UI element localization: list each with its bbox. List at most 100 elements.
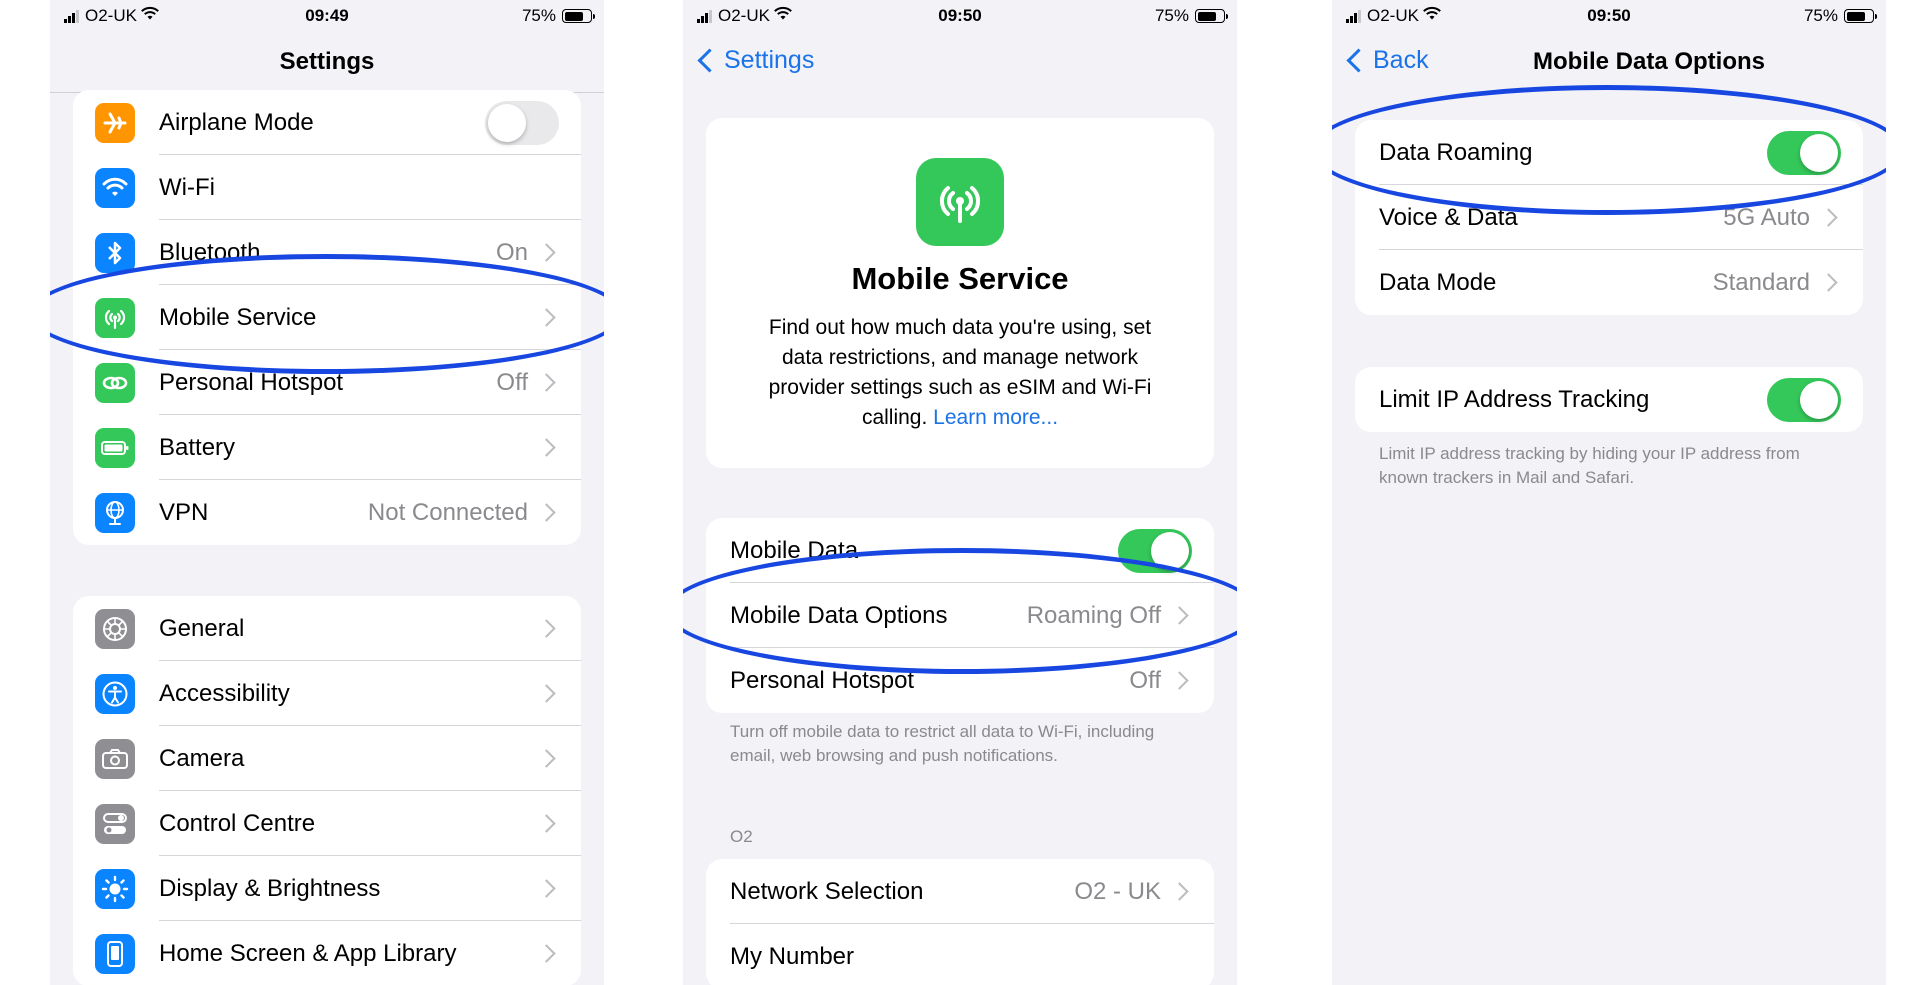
airplane-icon bbox=[95, 102, 135, 143]
nav-bar: Back Mobile Data Options bbox=[1332, 38, 1886, 84]
clock: 09:50 bbox=[938, 6, 982, 25]
row-label: Camera bbox=[159, 744, 245, 772]
row-label: Network Selection bbox=[730, 877, 924, 905]
settings-row-control-centre[interactable]: Control Centre bbox=[73, 791, 581, 856]
row-label: Home Screen & App Library bbox=[159, 939, 457, 967]
status-bar: O2-UK 09:50 75% bbox=[683, 0, 1237, 30]
accessibility-icon bbox=[95, 673, 135, 714]
row-value: Standard bbox=[1712, 268, 1810, 296]
battery-status-icon bbox=[1195, 9, 1228, 23]
card-description: Find out how much data you're using, set… bbox=[746, 313, 1174, 433]
phone-icon bbox=[95, 933, 135, 974]
mobile-service-info-card: Mobile Service Find out how much data yo… bbox=[706, 118, 1214, 468]
settings-row-my-number[interactable]: My Number bbox=[706, 924, 1214, 985]
chevron-right-icon bbox=[537, 814, 556, 833]
chevron-right-icon bbox=[537, 684, 556, 703]
settings-row-general[interactable]: General bbox=[73, 596, 581, 661]
nav-bar: Settings bbox=[50, 38, 604, 84]
toggle-knob bbox=[488, 103, 526, 142]
toggle-knob bbox=[1800, 380, 1838, 419]
mobile-data-options-screen: O2-UK 09:50 75% Back Mobile Data Options… bbox=[1332, 0, 1886, 985]
section-header-o2: O2 bbox=[730, 827, 753, 846]
gear-icon bbox=[95, 608, 135, 649]
wifi-icon bbox=[95, 167, 135, 208]
globe-icon bbox=[95, 492, 135, 533]
card-title: Mobile Service bbox=[851, 261, 1069, 296]
battery-percent: 75% bbox=[1803, 6, 1838, 25]
page-title: Mobile Data Options bbox=[1532, 48, 1765, 75]
row-label: Display & Brightness bbox=[159, 874, 381, 902]
row-label: General bbox=[159, 614, 245, 642]
back-button[interactable]: Settings bbox=[695, 46, 814, 75]
row-label: VPN bbox=[159, 498, 209, 526]
settings-screen: O2-UK 09:49 75% Settings Airplane Mode Wi… bbox=[50, 0, 604, 985]
battery-status-icon bbox=[1844, 9, 1877, 23]
settings-row-battery[interactable]: Battery bbox=[73, 415, 581, 480]
toggle-switch[interactable] bbox=[1767, 377, 1841, 422]
general-group: General Accessibility Camera Control Centre… bbox=[73, 596, 581, 985]
chevron-right-icon bbox=[537, 944, 556, 963]
chevron-left-icon bbox=[697, 48, 722, 73]
row-label: Battery bbox=[159, 433, 236, 461]
camera-icon bbox=[95, 738, 135, 779]
settings-row-home-screen-app-library[interactable]: Home Screen & App Library bbox=[73, 921, 581, 985]
row-label: Control Centre bbox=[159, 809, 316, 837]
row-value: Off bbox=[496, 368, 528, 396]
row-label: Airplane Mode bbox=[159, 108, 314, 136]
nav-bar: Settings bbox=[683, 38, 1237, 84]
page-title: Settings bbox=[279, 48, 375, 75]
settings-row-accessibility[interactable]: Accessibility bbox=[73, 661, 581, 726]
back-label: Settings bbox=[724, 46, 815, 74]
toggle-switch[interactable] bbox=[485, 100, 559, 145]
annotation-circle-data-roaming bbox=[1332, 85, 1886, 215]
mobile-data-footnote: Turn off mobile data to restrict all dat… bbox=[730, 722, 1155, 765]
settings-row-limit-ip-address-tracking[interactable]: Limit IP Address Tracking bbox=[1355, 367, 1863, 432]
annotation-circle-mobile-service bbox=[50, 254, 604, 374]
chevron-right-icon bbox=[1819, 273, 1838, 292]
hotspot-icon bbox=[95, 362, 135, 403]
chevron-right-icon bbox=[1170, 882, 1189, 901]
row-value: O2 - UK bbox=[1074, 877, 1161, 905]
settings-row-camera[interactable]: Camera bbox=[73, 726, 581, 791]
chevron-left-icon bbox=[1346, 48, 1371, 73]
switches-icon bbox=[95, 803, 135, 844]
clock: 09:50 bbox=[1587, 6, 1631, 25]
mobile-service-screen: O2-UK 09:50 75% Settings Mobile Service … bbox=[683, 0, 1237, 985]
annotation-circle-mobile-data-options bbox=[683, 548, 1237, 674]
bluetooth-icon bbox=[95, 232, 135, 273]
battery-percent: 75% bbox=[521, 6, 556, 25]
settings-row-wi-fi[interactable]: Wi-Fi bbox=[73, 155, 581, 220]
privacy-group: Limit IP Address Tracking bbox=[1355, 367, 1863, 432]
chevron-right-icon bbox=[1170, 671, 1189, 690]
row-label: Wi-Fi bbox=[159, 173, 215, 201]
clock: 09:49 bbox=[305, 6, 349, 25]
battery-icon bbox=[95, 427, 135, 468]
settings-row-network-selection[interactable]: Network Selection O2 - UK bbox=[706, 859, 1214, 924]
battery-percent: 75% bbox=[1154, 6, 1189, 25]
chevron-right-icon bbox=[537, 749, 556, 768]
row-value: Not Connected bbox=[367, 498, 528, 526]
network-group: Network Selection O2 - UK My Number bbox=[706, 859, 1214, 985]
chevron-right-icon bbox=[537, 879, 556, 898]
chevron-right-icon bbox=[537, 503, 556, 522]
settings-row-data-mode[interactable]: Data Mode Standard bbox=[1355, 250, 1863, 315]
chevron-right-icon bbox=[537, 373, 556, 392]
row-label: Data Mode bbox=[1379, 268, 1497, 296]
status-bar: O2-UK 09:50 75% bbox=[1332, 0, 1886, 30]
sun-icon bbox=[95, 868, 135, 909]
chevron-right-icon bbox=[537, 438, 556, 457]
settings-row-display-brightness[interactable]: Display & Brightness bbox=[73, 856, 581, 921]
chevron-right-icon bbox=[537, 243, 556, 262]
status-bar: O2-UK 09:49 75% bbox=[50, 0, 604, 30]
row-label: My Number bbox=[730, 942, 855, 970]
antenna-icon bbox=[916, 158, 1004, 246]
row-value: On bbox=[495, 238, 528, 266]
battery-status-icon bbox=[562, 9, 595, 23]
row-label: Accessibility bbox=[159, 679, 290, 707]
row-value: Off bbox=[1129, 666, 1161, 694]
chevron-right-icon bbox=[1819, 208, 1838, 227]
ip-tracking-footnote: Limit IP address tracking by hiding your… bbox=[1379, 444, 1800, 487]
learn-more-link[interactable]: Learn more... bbox=[933, 406, 1058, 429]
settings-row-vpn[interactable]: VPN Not Connected bbox=[73, 480, 581, 545]
settings-row-airplane-mode[interactable]: Airplane Mode bbox=[73, 90, 581, 155]
